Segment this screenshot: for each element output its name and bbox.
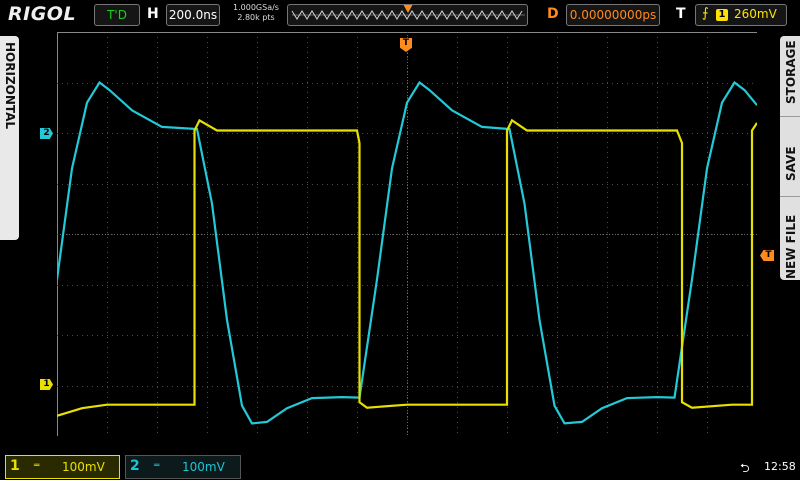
trigger-level-label: T — [765, 250, 772, 260]
trigger-level-marker[interactable]: T — [760, 250, 774, 261]
save-label: SAVE — [784, 146, 798, 181]
memory-depth: 2.80k pts — [237, 13, 275, 22]
acquisition-info: 1.000GSa/s 2.80k pts — [228, 3, 284, 23]
timebase-value-box[interactable]: 200.0ns — [166, 4, 220, 26]
trigger-source-badge: 1 — [716, 9, 728, 21]
horizontal-menu-label: HORIZONTAL — [3, 42, 17, 130]
run-status-badge[interactable]: T'D — [94, 4, 140, 26]
channel-1-number: 1 — [10, 458, 20, 474]
save-menu-item[interactable]: SAVE — [780, 116, 800, 189]
dc-coupling-icon: ═ — [34, 461, 40, 471]
trigger-settings-box[interactable]: ⨍ 1 260mV — [695, 4, 787, 26]
dc-coupling-icon: ═ — [154, 461, 160, 471]
channel-2-settings[interactable]: 2 ═ 100mV — [125, 455, 241, 479]
waveform-display[interactable] — [57, 32, 757, 436]
top-status-bar: RIGOL T'D H 200.0ns 1.000GSa/s 2.80k pts… — [0, 0, 800, 30]
channel-2-marker-label: 2 — [43, 128, 50, 138]
rising-edge-icon: ⨍ — [702, 6, 709, 21]
channel-1-scale: 100mV — [62, 460, 105, 474]
new-file-menu-item[interactable]: NEW FILE — [780, 196, 800, 281]
system-clock: 12:58 — [764, 460, 796, 473]
channel-2-scale: 100mV — [182, 460, 225, 474]
brand-logo: RIGOL — [8, 3, 77, 25]
bottom-channel-bar: 1 ═ 100mV 2 ═ 100mV — [0, 452, 800, 480]
new-file-label: NEW FILE — [784, 214, 798, 279]
timebase-value: 200.0ns — [168, 8, 218, 22]
memory-window-indicator[interactable] — [287, 4, 528, 26]
timebase-label: H — [147, 6, 159, 22]
channel-2-number: 2 — [130, 458, 140, 474]
delay-label: D — [547, 6, 559, 22]
run-status-text: T'D — [107, 8, 127, 22]
storage-menu-panel: STORAGE SAVE NEW FILE — [780, 36, 800, 280]
channel-1-marker-label: 1 — [43, 379, 50, 389]
horizontal-menu-tab[interactable]: HORIZONTAL — [0, 36, 19, 240]
sample-rate: 1.000GSa/s — [233, 3, 279, 12]
storage-menu-item[interactable]: STORAGE — [780, 36, 800, 108]
channel-2-offset-marker[interactable]: 2 — [40, 128, 53, 139]
channel-1-offset-marker[interactable]: 1 — [40, 379, 53, 390]
delay-value: 0.00000000ps — [569, 8, 657, 22]
storage-label: STORAGE — [784, 40, 798, 104]
trigger-label: T — [676, 6, 686, 22]
delay-value-box[interactable]: 0.00000000ps — [566, 4, 660, 26]
trigger-level-value: 260mV — [734, 7, 777, 21]
trigger-position-label: T — [402, 38, 410, 48]
channel-1-settings[interactable]: 1 ═ 100mV — [5, 455, 120, 479]
usb-icon: ⮌ — [740, 461, 750, 475]
